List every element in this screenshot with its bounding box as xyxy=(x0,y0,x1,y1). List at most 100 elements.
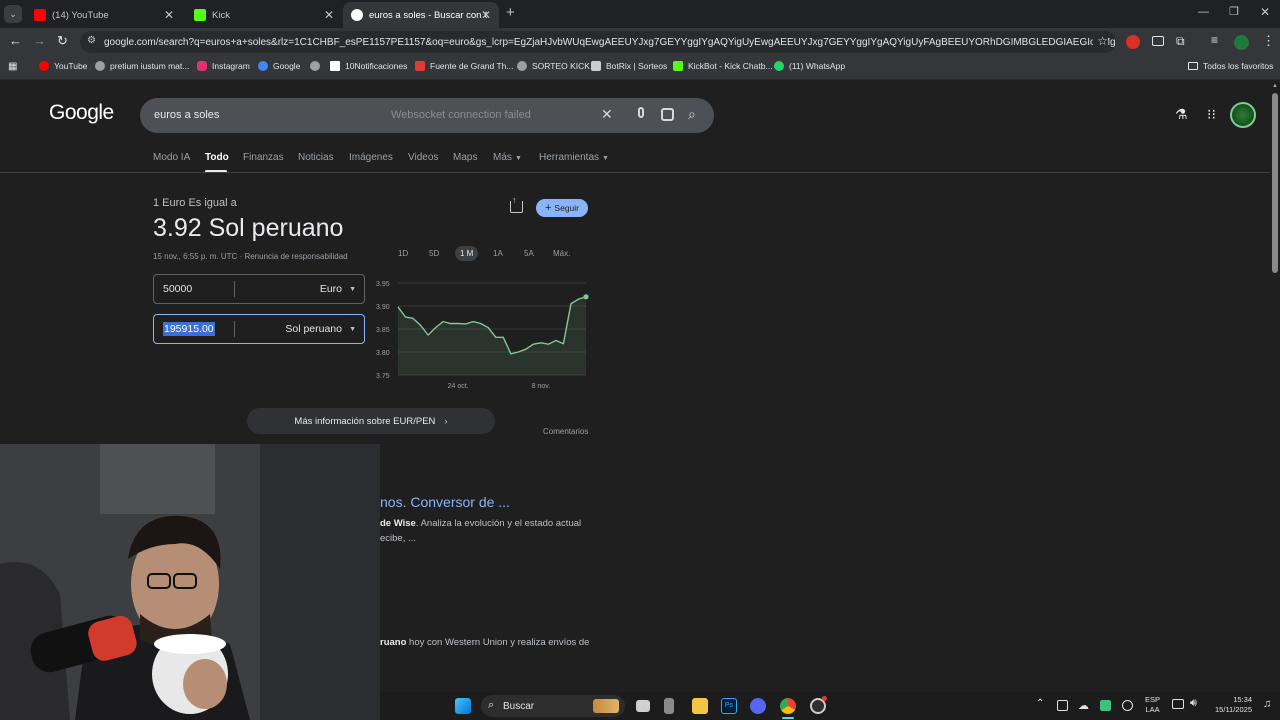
tab-maps[interactable]: Maps xyxy=(453,152,477,163)
bookmark-youtube[interactable]: YouTube xyxy=(39,61,87,71)
forward-icon[interactable]: → xyxy=(33,33,46,48)
tray-app-icon[interactable] xyxy=(1057,700,1068,711)
follow-button[interactable]: + Seguir xyxy=(536,199,588,217)
range-5d[interactable]: 5D xyxy=(429,249,439,258)
y-tick-label: 3.75 xyxy=(376,373,390,380)
tab-kick[interactable]: Kick ✕ xyxy=(186,2,342,28)
defender-icon[interactable] xyxy=(1100,700,1111,711)
bookmark-sorteo-kick[interactable]: SORTEO KICK xyxy=(517,61,590,71)
photoshop-icon[interactable]: Ps xyxy=(721,698,737,714)
language-indicator[interactable]: ESP LAA xyxy=(1145,695,1160,715)
search-box[interactable]: euros a soles Websocket connection faile… xyxy=(140,98,714,133)
bookmark-globe[interactable] xyxy=(310,61,325,71)
result-snippet-2: ruano hoy con Western Union y realiza en… xyxy=(380,637,590,648)
conversion-timestamp: 15 nov., 6:55 p. m. UTC · Renuncia de re… xyxy=(153,252,348,261)
range-max[interactable]: Máx. xyxy=(553,249,570,258)
network-icon[interactable] xyxy=(1172,699,1184,709)
extensions-puzzle-icon[interactable]: ⧉ xyxy=(1176,34,1185,49)
tab-herramientas[interactable]: Herramientas xyxy=(539,152,599,163)
onedrive-icon[interactable]: ☁ xyxy=(1078,699,1089,712)
bookmark-10notificaciones[interactable]: 10Notificaciones xyxy=(330,61,407,71)
bookmark-botrix[interactable]: BotRix | Sorteos xyxy=(591,61,667,71)
bookmark-kickbot[interactable]: KickBot - Kick Chatb... xyxy=(673,61,773,71)
profile-avatar[interactable] xyxy=(1234,35,1249,50)
volume-icon[interactable]: 🔊︎ xyxy=(1190,697,1197,710)
bookmark-google[interactable]: Google xyxy=(258,61,300,71)
scroll-up-icon[interactable]: ▲ xyxy=(1272,83,1278,89)
chevron-down-icon: ▼ xyxy=(602,155,609,162)
close-icon[interactable]: ✕ xyxy=(481,8,491,22)
tab-noticias[interactable]: Noticias xyxy=(298,152,334,163)
apps-grid-icon[interactable]: ▦ xyxy=(8,61,17,72)
close-icon[interactable]: ✕ xyxy=(324,8,334,22)
feedback-link[interactable]: Comentarios xyxy=(543,427,588,436)
range-1m[interactable]: 1 M xyxy=(455,246,479,261)
back-icon[interactable]: ← xyxy=(9,33,22,48)
scrollbar-thumb[interactable] xyxy=(1272,93,1278,273)
reading-list-icon[interactable]: ≡ xyxy=(1211,33,1218,47)
range-1a[interactable]: 1A xyxy=(493,249,503,258)
amount-from-field[interactable]: 50000 Euro ▼ xyxy=(153,274,365,304)
windows-start-icon[interactable] xyxy=(455,698,471,714)
chrome-icon[interactable] xyxy=(780,698,796,714)
restore-button[interactable]: ❐ xyxy=(1229,5,1239,18)
tab-imagenes[interactable]: Imágenes xyxy=(349,152,393,163)
bookmark-pretium[interactable]: pretium iustum mat... xyxy=(95,61,189,71)
minimize-button[interactable]: — xyxy=(1198,6,1209,18)
tab-modo-ia[interactable]: Modo IA xyxy=(153,152,190,163)
tab-todo[interactable]: Todo xyxy=(205,152,229,163)
webcam-person-image xyxy=(0,444,380,720)
address-bar[interactable]: ⚙ google.com/search?q=euros+a+soles&rlz=… xyxy=(80,31,1116,53)
tab-finanzas[interactable]: Finanzas xyxy=(243,152,284,163)
result-title[interactable]: nos. Conversor de ... xyxy=(380,494,510,510)
tray-chevron-up-icon[interactable]: ⌃ xyxy=(1036,698,1044,709)
labs-flask-icon[interactable]: ⚗ xyxy=(1175,106,1188,123)
currency-to-select[interactable]: Sol peruano xyxy=(285,323,342,335)
amount-from-input[interactable]: 50000 xyxy=(163,283,192,295)
tab-google-search[interactable]: euros a soles - Buscar con Goo ✕ xyxy=(343,2,499,28)
amount-to-input[interactable]: 195915.00 xyxy=(163,322,215,336)
bookmark-whatsapp[interactable]: (11) WhatsApp xyxy=(774,61,845,71)
tray-app-icon-2[interactable] xyxy=(1122,700,1133,711)
account-avatar[interactable] xyxy=(1230,102,1256,128)
page-scrollbar[interactable]: ▲ xyxy=(1270,81,1280,692)
more-info-button[interactable]: Más información sobre EUR/PEN › xyxy=(247,408,495,434)
search-icon[interactable]: ⌕ xyxy=(688,106,696,123)
google-apps-icon[interactable]: ⁝⁝ xyxy=(1207,106,1216,123)
search-input[interactable]: euros a soles xyxy=(154,109,219,121)
app-icon[interactable] xyxy=(664,698,674,714)
range-5a[interactable]: 5A xyxy=(524,249,534,258)
bookmark-star-icon[interactable]: ☆ xyxy=(1093,34,1108,48)
amount-to-field[interactable]: 195915.00 Sol peruano ▼ xyxy=(153,314,365,344)
range-1d[interactable]: 1D xyxy=(398,249,408,258)
all-bookmarks-folder[interactable]: Todos los favoritos xyxy=(1188,61,1273,71)
extension-icon[interactable] xyxy=(1152,36,1164,46)
google-logo[interactable]: Google xyxy=(49,101,114,125)
notifications-bell-icon[interactable]: ♫ xyxy=(1263,698,1271,710)
tab-videos[interactable]: Videos xyxy=(408,152,438,163)
reload-icon[interactable]: ↻ xyxy=(57,33,68,49)
tab-label: (14) YouTube xyxy=(52,9,109,21)
clock[interactable]: 15:34 15/11/2025 xyxy=(1206,695,1252,715)
taskbar-search-box[interactable]: ⌕ Buscar xyxy=(481,695,625,717)
site-info-icon[interactable]: ⚙ xyxy=(87,35,96,46)
extension-record-icon[interactable] xyxy=(1126,35,1140,49)
bookmarks-bar: ▦ YouTube pretium iustum mat... Instagra… xyxy=(0,56,1280,80)
tab-youtube[interactable]: (14) YouTube ✕ xyxy=(26,2,182,28)
tab-search-button[interactable]: ⌄ xyxy=(4,5,22,23)
clear-search-icon[interactable]: ✕ xyxy=(601,106,613,123)
currency-from-select[interactable]: Euro xyxy=(320,283,342,295)
globe-icon xyxy=(310,61,320,71)
file-explorer-icon[interactable] xyxy=(692,698,708,714)
voice-search-icon[interactable] xyxy=(638,107,644,118)
lens-search-icon[interactable] xyxy=(661,108,674,121)
discord-icon[interactable] xyxy=(750,698,766,714)
task-view-icon[interactable] xyxy=(636,700,650,712)
close-window-button[interactable]: ✕ xyxy=(1260,5,1270,19)
tab-mas[interactable]: Más xyxy=(493,152,512,163)
bookmark-fuente-gta[interactable]: Fuente de Grand Th... xyxy=(415,61,513,71)
new-tab-button[interactable]: + xyxy=(506,4,515,21)
menu-kebab-icon[interactable]: ⋮ xyxy=(1262,33,1275,49)
bookmark-instagram[interactable]: Instagram xyxy=(197,61,250,71)
close-icon[interactable]: ✕ xyxy=(164,8,174,22)
